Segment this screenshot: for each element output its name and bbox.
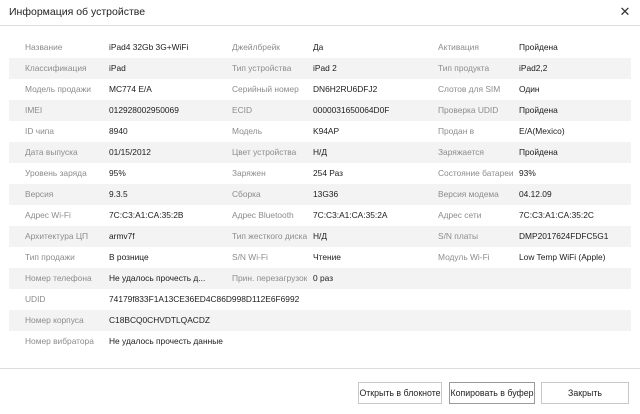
info-value: 0000031650064D0F xyxy=(313,105,390,115)
info-label: Модель продажи xyxy=(25,84,91,94)
info-label: Номер телефона xyxy=(25,273,92,283)
info-value: 01/15/2012 xyxy=(109,147,151,157)
info-label: Уровень заряда xyxy=(25,168,87,178)
info-value: 13G36 xyxy=(313,189,339,199)
info-label: Продан в xyxy=(438,126,475,136)
info-row: Модель продажи MC774 E/A Серийный номер … xyxy=(9,79,631,100)
info-row: Классификация iPad Тип устройства iPad 2… xyxy=(9,58,631,79)
close-icon[interactable]: ✕ xyxy=(616,3,634,21)
info-value: 9.3.5 xyxy=(109,189,128,199)
info-label: Тип жесткого диска xyxy=(232,231,307,241)
info-label: IMEI xyxy=(25,105,43,115)
info-label: UDID xyxy=(25,294,46,304)
info-row: Номер вибратора Не удалось прочесть данн… xyxy=(9,331,631,352)
info-row: Адрес Wi-Fi 7C:C3:A1:CA:35:2B Адрес Blue… xyxy=(9,205,631,226)
info-label: S/N платы xyxy=(438,231,479,241)
info-value: iPad4 32Gb 3G+WiFi xyxy=(109,42,189,52)
info-row: Тип продажи В рознице S/N Wi-Fi Чтение М… xyxy=(9,247,631,268)
info-value: Не удалось прочесть данные xyxy=(109,336,223,346)
info-row: UDID 74179f833F1A13CE36ED4C86D998D112E6F… xyxy=(9,289,631,310)
copy-to-clipboard-button[interactable]: Копировать в буфер xyxy=(449,382,535,404)
open-in-notepad-button[interactable]: Открыть в блокноте xyxy=(358,382,442,404)
info-label: Версия xyxy=(25,189,54,199)
title-bar: Информация об устройстве ✕ xyxy=(0,0,640,26)
info-label: Тип продажи xyxy=(25,252,75,262)
close-button[interactable]: Закрыть xyxy=(541,382,629,404)
info-value: Пройдена xyxy=(519,42,558,52)
info-label: Номер вибратора xyxy=(25,336,94,346)
info-value: В рознице xyxy=(109,252,149,262)
info-label: Тип устройства xyxy=(232,63,292,73)
info-value: DN6H2RU6DFJ2 xyxy=(313,84,378,94)
info-label: Адрес Wi-Fi xyxy=(25,210,71,220)
info-label: Заряжен xyxy=(232,168,266,178)
info-value: iPad xyxy=(109,63,126,73)
info-value: 0 раз xyxy=(313,273,334,283)
info-label: Активация xyxy=(438,42,479,52)
info-label: Классификация xyxy=(25,63,87,73)
info-row: IMEI 012928002950069 ECID 0000031650064D… xyxy=(9,100,631,121)
info-label: Сборка xyxy=(232,189,261,199)
info-value: 74179f833F1A13CE36ED4C86D998D112E6F6992 xyxy=(109,294,300,304)
info-value: Чтение xyxy=(313,252,341,262)
info-value: Пройдена xyxy=(519,105,558,115)
info-value: 95% xyxy=(109,168,126,178)
device-info-panel: Название iPad4 32Gb 3G+WiFi Джейлбрейк Д… xyxy=(9,36,631,354)
info-label: Серийный номер xyxy=(232,84,299,94)
info-value: Н/Д xyxy=(313,147,328,157)
info-value: 04.12.09 xyxy=(519,189,552,199)
info-label: Название xyxy=(25,42,63,52)
info-value: Не удалось прочесть д... xyxy=(109,273,206,283)
info-value: 8940 xyxy=(109,126,128,136)
info-label: Номер корпуса xyxy=(25,315,84,325)
info-row: Версия 9.3.5 Сборка 13G36 Версия модема … xyxy=(9,184,631,205)
window-title: Информация об устройстве xyxy=(9,6,146,18)
info-value: iPad2,2 xyxy=(519,63,548,73)
dialog-footer: Открыть в блокноте Копировать в буфер За… xyxy=(0,368,640,414)
info-value: Low Temp WiFi (Apple) xyxy=(519,252,606,262)
info-row: Архитектура ЦП armv7f Тип жесткого диска… xyxy=(9,226,631,247)
info-value: 93% xyxy=(519,168,536,178)
info-value: K94AP xyxy=(313,126,340,136)
info-label: Архитектура ЦП xyxy=(25,231,89,241)
info-label: Адрес Bluetooth xyxy=(232,210,294,220)
info-label: Джейлбрейк xyxy=(232,42,280,52)
info-value: iPad 2 xyxy=(313,63,337,73)
info-label: Модель xyxy=(232,126,263,136)
info-value: Н/Д xyxy=(313,231,328,241)
info-label: Модуль Wi-Fi xyxy=(438,252,490,262)
info-row: Номер телефона Не удалось прочесть д... … xyxy=(9,268,631,289)
info-label: Версия модема xyxy=(438,189,499,199)
info-row: Дата выпуска 01/15/2012 Цвет устройства … xyxy=(9,142,631,163)
info-row: Номер корпуса C18BCQ0CHVDTLQACDZ xyxy=(9,310,631,331)
info-value: C18BCQ0CHVDTLQACDZ xyxy=(109,315,210,325)
info-row: ID чипа 8940 Модель K94AP Продан в E/A(M… xyxy=(9,121,631,142)
info-label: Адрес сети xyxy=(438,210,482,220)
info-value: 7C:C3:A1:CA:35:2C xyxy=(519,210,594,220)
info-label: Состояние батареи xyxy=(438,168,514,178)
info-row: Название iPad4 32Gb 3G+WiFi Джейлбрейк Д… xyxy=(9,37,631,58)
info-value: 012928002950069 xyxy=(109,105,179,115)
info-value: Один xyxy=(519,84,540,94)
info-row: Уровень заряда 95% Заряжен 254 Раз Состо… xyxy=(9,163,631,184)
info-label: Слотов для SIM xyxy=(438,84,501,94)
info-label: S/N Wi-Fi xyxy=(232,252,268,262)
info-value: MC774 E/A xyxy=(109,84,152,94)
info-value: E/A(Mexico) xyxy=(519,126,565,136)
info-label: Дата выпуска xyxy=(25,147,78,157)
info-label: Цвет устройства xyxy=(232,147,297,157)
info-value: 7C:C3:A1:CA:35:2A xyxy=(313,210,388,220)
info-value: 254 Раз xyxy=(313,168,344,178)
info-value: Пройдена xyxy=(519,147,558,157)
info-value: Да xyxy=(313,42,324,52)
info-value: DMP2017624FDFC5G1 xyxy=(519,231,609,241)
info-value: armv7f xyxy=(109,231,135,241)
info-label: Проверка UDID xyxy=(438,105,499,115)
info-label: Тип продукта xyxy=(438,63,490,73)
info-label: Прин. перезагрузок xyxy=(232,273,307,283)
info-label: ID чипа xyxy=(25,126,54,136)
info-label: Заряжается xyxy=(438,147,484,157)
info-label: ECID xyxy=(232,105,253,115)
info-value: 7C:C3:A1:CA:35:2B xyxy=(109,210,184,220)
